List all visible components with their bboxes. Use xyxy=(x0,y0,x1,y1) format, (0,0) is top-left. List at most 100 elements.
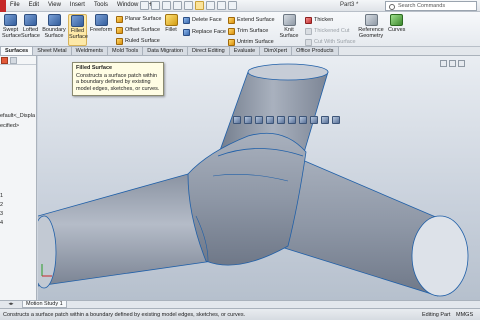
replace-face-button[interactable]: Replace Face xyxy=(183,27,226,37)
freeform-button[interactable]: Freeform xyxy=(89,14,113,46)
thickened-cut-button[interactable]: Thickened Cut xyxy=(305,26,349,36)
tree-item-4[interactable]: 4 xyxy=(0,220,3,226)
menu-tools[interactable]: Tools xyxy=(94,2,108,8)
open-icon[interactable] xyxy=(151,1,160,10)
ruled-surface-icon xyxy=(116,37,123,45)
status-editing-part: Editing Part xyxy=(422,312,451,318)
swept-surface-button[interactable]: Swept Surface xyxy=(2,14,21,46)
fillet-button[interactable]: Fillet xyxy=(163,14,179,46)
file-properties-icon[interactable] xyxy=(217,1,226,10)
previous-view-icon[interactable] xyxy=(255,116,263,124)
menu-edit[interactable]: Edit xyxy=(29,2,39,8)
menu-window[interactable]: Window xyxy=(117,2,138,8)
print-icon[interactable] xyxy=(173,1,182,10)
select-pointer-icon[interactable] xyxy=(195,1,204,10)
menu-view[interactable]: View xyxy=(48,2,61,8)
tree-item-configuration[interactable]: efault<_Displa xyxy=(0,113,35,119)
delete-face-button[interactable]: Delete Face xyxy=(183,15,222,25)
reference-geometry-button[interactable]: Reference Geometry xyxy=(356,14,386,46)
property-manager-icon[interactable] xyxy=(10,57,17,64)
search-commands-input[interactable]: Search Commands xyxy=(385,1,477,11)
status-units[interactable]: MMGS xyxy=(456,312,473,318)
cut-with-surface-label: Cut With Surface xyxy=(314,39,356,45)
feature-manager-panel: efault<_Displa ecified> 1 2 3 4 xyxy=(0,56,37,300)
tree-item-2[interactable]: 2 xyxy=(0,202,3,208)
zoom-area-icon[interactable] xyxy=(244,116,252,124)
thicken-label: Thicken xyxy=(314,17,334,23)
planar-surface-button[interactable]: Planar Surface xyxy=(116,14,161,24)
tree-item-3[interactable]: 3 xyxy=(0,211,3,217)
model-tabs-bar: ◂▸ Motion Study 1 xyxy=(0,300,480,308)
tab-sheet-metal[interactable]: Sheet Metal xyxy=(32,46,72,55)
tab-weldments[interactable]: Weldments xyxy=(70,46,109,55)
swept-surface-label: Swept Surface xyxy=(2,27,21,39)
menu-bar: File Edit View Insert Tools Window Help … xyxy=(0,0,480,12)
feature-manager-toolbar xyxy=(0,56,36,65)
curves-label: Curves xyxy=(388,27,406,33)
edit-appearance-icon[interactable] xyxy=(310,116,318,124)
tab-evaluate[interactable]: Evaluate xyxy=(228,46,261,55)
apply-scene-icon[interactable] xyxy=(321,116,329,124)
extend-surface-button[interactable]: Extend Surface xyxy=(228,15,275,25)
view-orientation-icon[interactable] xyxy=(277,116,285,124)
delete-face-label: Delete Face xyxy=(192,17,222,23)
lofted-surface-icon xyxy=(24,14,37,26)
tab-direct-editing[interactable]: Direct Editing xyxy=(187,46,230,55)
display-style-icon[interactable] xyxy=(288,116,296,124)
lofted-surface-button[interactable]: Lofted Surface xyxy=(21,14,40,46)
ruled-surface-button[interactable]: Ruled Surface xyxy=(116,36,160,46)
rebuild-icon[interactable] xyxy=(206,1,215,10)
options-gear-icon[interactable] xyxy=(228,1,237,10)
thicken-button[interactable]: Thicken xyxy=(305,15,333,25)
tree-item-1[interactable]: 1 xyxy=(0,193,3,199)
freeform-label: Freeform xyxy=(89,27,113,33)
save-icon[interactable] xyxy=(162,1,171,10)
filled-surface-button[interactable]: Filled Surface xyxy=(68,14,88,46)
feature-manager-icon[interactable] xyxy=(1,57,8,64)
undo-icon[interactable] xyxy=(184,1,193,10)
filled-surface-icon xyxy=(71,15,84,27)
tooltip-title: Filled Surface xyxy=(76,65,113,71)
trim-surface-button[interactable]: Trim Surface xyxy=(228,26,268,36)
tab-office-products[interactable]: Office Products xyxy=(291,46,339,55)
status-message: Constructs a surface patch within a boun… xyxy=(3,312,246,318)
filled-surface-label: Filled Surface xyxy=(69,28,88,40)
offset-surface-label: Offset Surface xyxy=(125,27,161,33)
new-document-icon[interactable] xyxy=(140,1,149,10)
tooltip-body: Constructs a surface patch within a boun… xyxy=(76,72,160,92)
trim-surface-label: Trim Surface xyxy=(237,28,269,34)
minimize-icon[interactable] xyxy=(440,60,447,67)
planar-surface-label: Planar Surface xyxy=(125,16,162,22)
zoom-to-fit-icon[interactable] xyxy=(233,116,241,124)
curves-icon xyxy=(389,14,403,26)
app-logo-icon[interactable] xyxy=(0,0,6,12)
freeform-icon xyxy=(94,14,108,26)
tab-surfaces[interactable]: Surfaces xyxy=(0,46,34,55)
tab-scroll-arrows-icon[interactable]: ◂▸ xyxy=(0,301,22,308)
tab-dimxpert[interactable]: DimXpert xyxy=(259,46,293,55)
view-settings-icon[interactable] xyxy=(332,116,340,124)
tab-data-migration[interactable]: Data Migration xyxy=(142,46,189,55)
extend-surface-icon xyxy=(228,16,235,24)
fillet-label: Fillet xyxy=(165,27,177,33)
command-manager-tabs: Surfaces Sheet Metal Weldments Mold Tool… xyxy=(0,46,480,56)
curves-button[interactable]: Curves xyxy=(388,14,406,46)
tab-mold-tools[interactable]: Mold Tools xyxy=(107,46,144,55)
boundary-surface-icon xyxy=(47,14,61,26)
filled-surface-tooltip: Filled Surface Constructs a surface patc… xyxy=(72,62,164,96)
close-icon[interactable] xyxy=(458,60,465,67)
hide-show-items-icon[interactable] xyxy=(299,116,307,124)
document-window-controls xyxy=(440,60,465,67)
menu-insert[interactable]: Insert xyxy=(70,2,85,8)
menu-file[interactable]: File xyxy=(10,2,20,8)
maximize-icon[interactable] xyxy=(449,60,456,67)
tree-item-material[interactable]: ecified> xyxy=(0,123,19,129)
section-view-icon[interactable] xyxy=(266,116,274,124)
reference-geometry-label: Reference Geometry xyxy=(358,27,384,39)
thickened-cut-icon xyxy=(305,27,312,35)
boundary-surface-button[interactable]: Boundary Surface xyxy=(42,14,66,46)
swept-surface-icon xyxy=(4,14,17,26)
offset-surface-button[interactable]: Offset Surface xyxy=(116,25,160,35)
knit-surface-button[interactable]: Knit Surface xyxy=(279,14,299,46)
tab-motion-study-1[interactable]: Motion Study 1 xyxy=(22,301,67,308)
